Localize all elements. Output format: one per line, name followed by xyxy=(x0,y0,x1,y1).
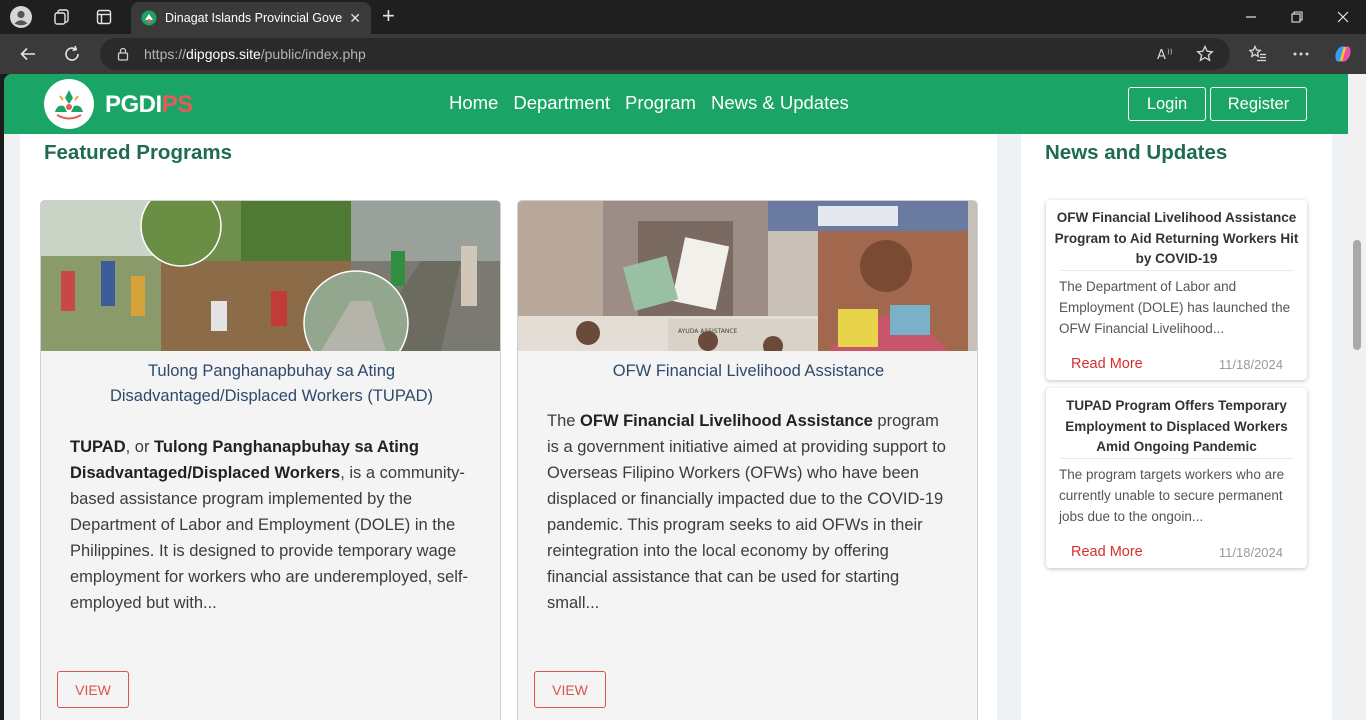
workspaces-icon[interactable] xyxy=(51,6,73,28)
view-tupad-button[interactable]: VIEW xyxy=(57,671,129,708)
close-window-icon[interactable] xyxy=(1320,0,1366,34)
site-favicon-icon xyxy=(141,10,157,26)
read-more-link[interactable]: Read More xyxy=(1071,356,1143,372)
news-date: 11/18/2024 xyxy=(1218,545,1283,560)
news-title[interactable]: OFW Financial Livelihood Assistance Prog… xyxy=(1054,208,1299,270)
card-body-tupad: TUPAD, or Tulong Panghanapbuhay sa Ating… xyxy=(70,438,469,612)
news-date: 11/18/2024 xyxy=(1218,357,1283,372)
page-viewport: PGDIPS Home Department Program News & Up… xyxy=(4,74,1348,720)
browser-tab-bar: Dinagat Islands Provincial Governm ✕ + xyxy=(0,0,1366,34)
nav-program[interactable]: Program xyxy=(625,92,696,114)
view-ofw-button[interactable]: VIEW xyxy=(534,671,606,708)
card-title-ofw[interactable]: OFW Financial Livelihood Assistance xyxy=(538,359,959,384)
site-navbar: PGDIPS Home Department Program News & Up… xyxy=(4,74,1348,134)
news-divider xyxy=(1060,270,1293,271)
news-excerpt: The program targets workers who are curr… xyxy=(1059,467,1285,524)
nav-department[interactable]: Department xyxy=(513,92,610,114)
lock-icon[interactable] xyxy=(116,47,130,61)
more-options-icon[interactable] xyxy=(1290,43,1312,65)
nav-home[interactable]: Home xyxy=(449,92,498,114)
restore-icon[interactable] xyxy=(1274,0,1320,34)
svg-text:A: A xyxy=(1157,48,1166,62)
page-scrollbar[interactable] xyxy=(1348,74,1366,720)
news-item: OFW Financial Livelihood Assistance Prog… xyxy=(1046,200,1307,380)
news-title[interactable]: TUPAD Program Offers Temporary Employmen… xyxy=(1054,396,1299,458)
news-item: TUPAD Program Offers Temporary Employmen… xyxy=(1046,388,1307,568)
main-menu: Home Department Program News & Updates xyxy=(449,92,864,114)
program-card-tupad: Tulong Panghanapbuhay sa Ating Disadvant… xyxy=(40,200,501,720)
pgdips-logo[interactable] xyxy=(44,79,94,129)
news-excerpt: The Department of Labor and Employment (… xyxy=(1059,279,1291,336)
card-title-tupad[interactable]: Tulong Panghanapbuhay sa Ating Disadvant… xyxy=(61,359,482,409)
back-icon[interactable] xyxy=(17,43,39,65)
read-more-link[interactable]: Read More xyxy=(1071,544,1143,560)
featured-programs-heading: Featured Programs xyxy=(44,141,232,164)
scrollbar-thumb[interactable] xyxy=(1353,240,1361,350)
refresh-icon[interactable] xyxy=(61,43,83,65)
brand-name[interactable]: PGDIPS xyxy=(105,91,193,119)
news-updates-heading: News and Updates xyxy=(1045,141,1228,164)
tab-actions-icon[interactable] xyxy=(93,6,115,28)
tupad-photo-collage xyxy=(41,201,500,351)
register-button[interactable]: Register xyxy=(1210,87,1307,121)
card-body-ofw: The OFW Financial Livelihood Assistance … xyxy=(547,412,946,612)
ofw-photo-collage: AYUDA ASSISTANCE xyxy=(518,201,977,351)
profile-icon[interactable] xyxy=(10,6,32,28)
url-field[interactable]: https://dipgops.site/public/index.php xyxy=(100,38,1230,70)
address-bar: https://dipgops.site/public/index.php A)… xyxy=(0,34,1366,74)
copilot-icon[interactable] xyxy=(1332,43,1354,65)
url-text: https://dipgops.site/public/index.php xyxy=(144,46,366,62)
svg-text:)): )) xyxy=(1167,48,1173,56)
program-card-ofw: AYUDA ASSISTANCE OFW Financial Livelihoo… xyxy=(517,200,978,720)
new-tab-icon[interactable]: + xyxy=(382,5,395,27)
news-divider xyxy=(1060,458,1293,459)
read-aloud-icon[interactable]: A)) xyxy=(1154,43,1176,65)
nav-news-updates[interactable]: News & Updates xyxy=(711,92,849,114)
favorites-icon[interactable] xyxy=(1247,43,1269,65)
favorite-star-icon[interactable] xyxy=(1194,43,1216,65)
close-tab-icon[interactable]: ✕ xyxy=(349,10,361,27)
active-tab[interactable]: Dinagat Islands Provincial Governm ✕ xyxy=(131,2,371,34)
tab-title: Dinagat Islands Provincial Governm xyxy=(165,11,343,25)
login-button[interactable]: Login xyxy=(1128,87,1206,121)
minimize-icon[interactable] xyxy=(1228,0,1274,34)
